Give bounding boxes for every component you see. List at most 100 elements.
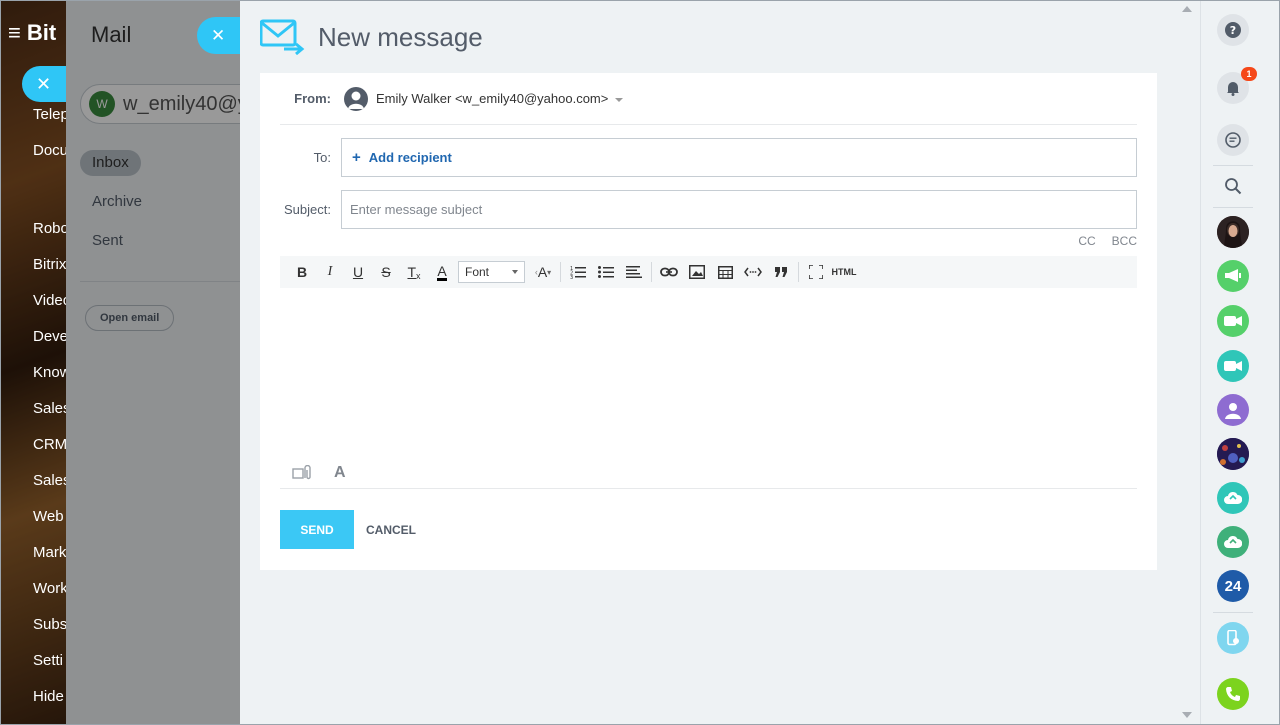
nav-item: Hide <box>33 688 64 705</box>
bcc-link[interactable]: BCC <box>1112 234 1137 248</box>
video-call-button-1[interactable] <box>1217 305 1249 337</box>
insert-image-button[interactable] <box>683 260 711 284</box>
contact-avatar-1[interactable] <box>1217 216 1249 248</box>
bitrix24-button[interactable]: 24 <box>1217 570 1249 602</box>
font-size-button[interactable]: ‹ A ▾ <box>529 260 557 284</box>
chevron-down-icon: ▾ <box>547 267 552 277</box>
nav-list: Teleph Docu Robo Bitrix Video Devel Know Sales C… <box>33 105 66 723</box>
nav-close-icon: ✕ <box>22 66 66 102</box>
ordered-list-button[interactable]: 123 <box>564 260 592 284</box>
underline-button[interactable]: U <box>344 260 372 284</box>
link-button[interactable] <box>655 260 683 284</box>
menu-icon: ≡ <box>8 20 21 45</box>
ordered-list-icon: 123 <box>570 266 586 279</box>
nav-item: Subs <box>33 616 66 633</box>
from-value[interactable]: Emily Walker <w_emily40@yahoo.com> <box>376 91 608 106</box>
phone-device-icon <box>1227 630 1239 646</box>
contact-avatar-2[interactable] <box>1217 394 1249 426</box>
quote-icon <box>775 267 787 277</box>
quote-button[interactable] <box>767 260 795 284</box>
video-call-button-2[interactable] <box>1217 350 1249 382</box>
subject-row: Subject: <box>280 189 1137 229</box>
messenger-button[interactable] <box>1217 124 1249 156</box>
phone-icon <box>1226 687 1240 701</box>
align-button[interactable] <box>620 260 648 284</box>
font-select[interactable]: Font <box>458 261 525 283</box>
nav-item: Work <box>33 580 66 597</box>
close-slider-button[interactable]: ✕ <box>197 17 240 54</box>
clear-format-button[interactable]: Tx <box>400 260 428 284</box>
recipient-field[interactable]: + Add recipient <box>341 137 1137 177</box>
cloud-icon <box>1224 535 1242 548</box>
html-mode-button[interactable]: HTML <box>830 260 858 284</box>
align-left-icon <box>626 266 642 278</box>
folder-inbox: Inbox <box>80 150 141 176</box>
plus-icon: + <box>352 148 361 166</box>
contact-avatar-3[interactable] <box>1217 438 1249 470</box>
code-icon <box>744 267 762 277</box>
help-button[interactable]: ? <box>1217 14 1249 46</box>
strikethrough-button[interactable]: S <box>372 260 400 284</box>
folder-sent: Sent <box>92 232 123 249</box>
fullscreen-button[interactable] <box>802 260 830 284</box>
open-email-button: Open email <box>85 305 175 331</box>
nav-item: Know <box>33 364 66 381</box>
editor-bottom-tools: A <box>280 457 1137 489</box>
cancel-button[interactable]: CANCEL <box>366 510 416 549</box>
chevron-down-icon <box>512 270 518 274</box>
toolbar-separator <box>651 262 652 282</box>
cloud-button-2[interactable] <box>1217 526 1249 558</box>
divider <box>80 281 240 282</box>
send-button[interactable]: SEND <box>280 510 354 549</box>
user-avatar-icon <box>344 86 368 111</box>
account-avatar: W <box>89 91 115 117</box>
font-color-button[interactable]: A <box>428 260 456 284</box>
folder-archive: Archive <box>92 193 143 210</box>
svg-text:3: 3 <box>570 275 573 279</box>
bold-button[interactable]: B <box>288 260 316 284</box>
rail-divider <box>1213 165 1253 166</box>
svg-text:?: ? <box>1230 24 1236 37</box>
notifications-button[interactable]: 1 <box>1217 67 1257 104</box>
attach-file-icon[interactable] <box>292 464 314 481</box>
call-button[interactable] <box>1217 678 1249 710</box>
bullet-list-icon <box>598 266 614 278</box>
to-label: To: <box>313 149 331 165</box>
question-icon: ? <box>1225 22 1241 38</box>
search-button[interactable] <box>1217 170 1249 202</box>
chevron-down-icon[interactable] <box>615 97 624 102</box>
search-icon <box>1225 178 1242 195</box>
cloud-button-1[interactable] <box>1217 482 1249 514</box>
subject-input[interactable] <box>341 189 1137 229</box>
add-recipient-link[interactable]: + Add recipient <box>352 149 452 166</box>
new-message-slider: New message From: Emily Walker <w_emily4… <box>240 0 1200 725</box>
to-row: To: + Add recipient <box>280 137 1137 177</box>
nav-item: Docu <box>33 142 66 159</box>
message-body-editor[interactable] <box>280 288 1137 453</box>
account-address: w_emily40@y <box>123 93 248 115</box>
slider-header: New message <box>259 18 483 56</box>
bullet-list-button[interactable] <box>592 260 620 284</box>
avatar <box>1217 438 1249 470</box>
text-format-toggle[interactable]: A <box>334 464 346 482</box>
insert-table-button[interactable] <box>711 260 739 284</box>
toolbar-separator <box>560 262 561 282</box>
left-navigation: ≡Bit ✕ Teleph Docu Robo Bitrix Video Devel Kno… <box>0 0 66 725</box>
bell-icon <box>1227 82 1239 96</box>
video-icon <box>1224 316 1242 326</box>
cc-link[interactable]: CC <box>1078 234 1095 248</box>
link-icon <box>660 267 678 277</box>
italic-button[interactable]: I <box>316 260 344 284</box>
notification-badge: 1 <box>1241 67 1257 81</box>
scroll-down-arrow[interactable] <box>1182 712 1192 718</box>
nav-item: Bitrix <box>33 256 66 273</box>
insert-code-button[interactable] <box>739 260 767 284</box>
brand-title: ≡ Bit <box>8 20 57 45</box>
table-icon <box>717 265 733 279</box>
subject-label: Subject: <box>284 201 331 217</box>
scroll-up-arrow[interactable] <box>1182 6 1192 12</box>
mobile-app-button[interactable] <box>1217 622 1249 654</box>
nav-item: Devel <box>33 328 66 345</box>
fullscreen-icon <box>809 265 823 279</box>
open-channel-button[interactable] <box>1217 260 1249 292</box>
